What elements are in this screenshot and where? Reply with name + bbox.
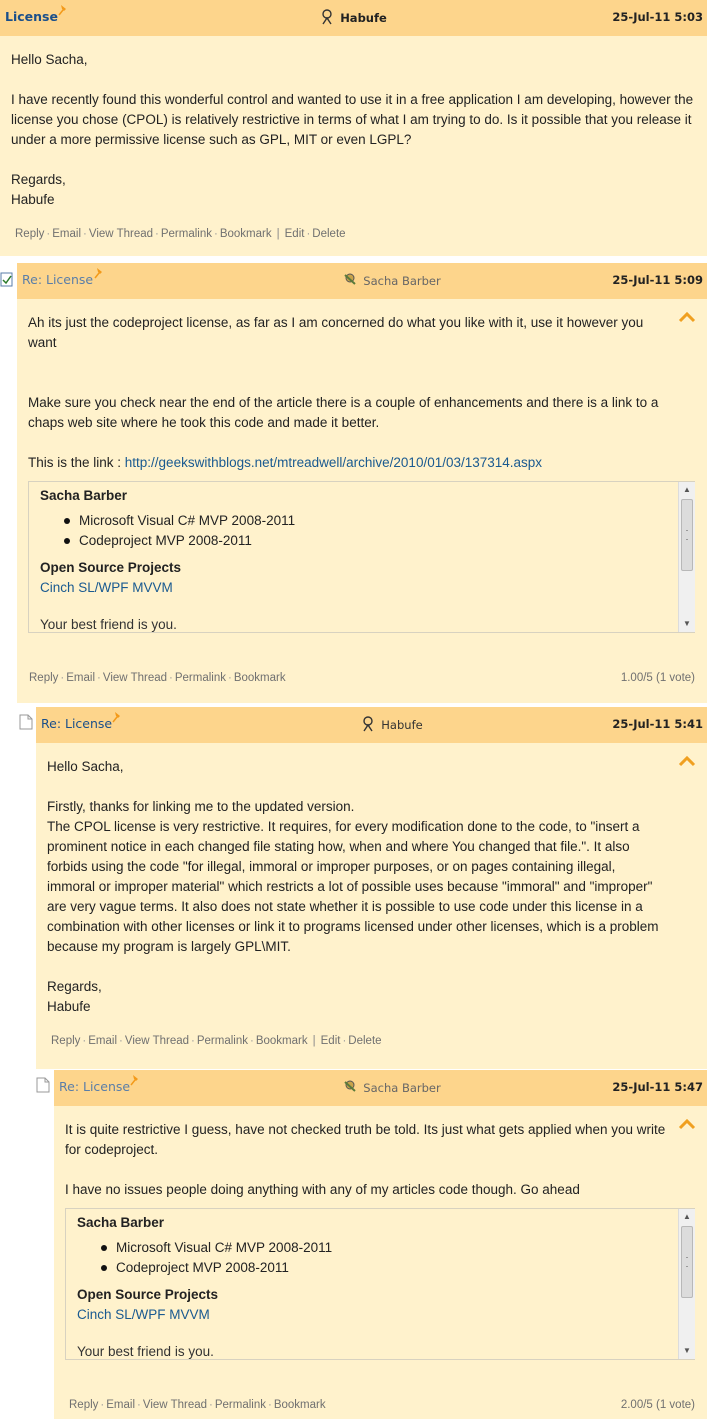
signature-list: Microsoft Visual C# MVP 2008-2011 Codepr… (64, 511, 671, 551)
message-header: Re: License Habufe 25-Jul-11 5:41 (36, 707, 707, 743)
collapse-icon[interactable] (677, 1118, 697, 1130)
project-link[interactable]: Cinch SL/WPF MVVM (40, 578, 671, 598)
scroll-up-icon[interactable]: ▲ (679, 482, 695, 498)
message-date: 25-Jul-11 5:47 (612, 1080, 703, 1094)
message-text: Hello Sacha, Firstly, thanks for linking… (47, 759, 659, 1014)
signature-name: Sacha Barber (77, 1215, 165, 1230)
message-date: 25-Jul-11 5:09 (612, 273, 703, 287)
email-link[interactable]: Email (88, 1035, 117, 1047)
collapse-icon[interactable] (677, 311, 697, 323)
permalink-link[interactable]: Permalink (215, 1399, 266, 1411)
signature-more: Your best friend is you. (77, 1344, 214, 1359)
view-thread-link[interactable]: View Thread (89, 228, 153, 240)
bookmark-link[interactable]: Bookmark (234, 672, 286, 684)
message-actions: Reply · Email · View Thread · Permalink · Bookma… (29, 672, 286, 684)
view-thread-link[interactable]: View Thread (103, 672, 167, 684)
list-item: Codeproject MVP 2008-2011 (101, 1258, 671, 1278)
member-icon (344, 1080, 356, 1092)
message-text: Ah its just the codeproject license, as … (28, 315, 659, 470)
message-header: License Habufe 25-Jul-11 5:03 (0, 0, 707, 36)
author: Habufe (0, 9, 707, 25)
message-date: 25-Jul-11 5:03 (612, 10, 703, 24)
author-name[interactable]: Sacha Barber (363, 1081, 440, 1095)
message-actions: Reply · Email · View Thread · Permalink · Bookma… (15, 228, 346, 240)
email-link[interactable]: Email (106, 1399, 135, 1411)
signature-more: Your best friend is you. (40, 617, 177, 632)
answer-icon (0, 272, 13, 287)
email-link[interactable]: Email (52, 228, 81, 240)
view-thread-link[interactable]: View Thread (125, 1035, 189, 1047)
bookmark-link[interactable]: Bookmark (256, 1035, 308, 1047)
reply-link[interactable]: Reply (29, 672, 58, 684)
email-link[interactable]: Email (66, 672, 95, 684)
reply-link[interactable]: Reply (51, 1035, 80, 1047)
collapse-icon[interactable] (677, 755, 697, 767)
message-body: Hello Sacha, Firstly, thanks for linking… (36, 743, 707, 1069)
member-icon (363, 716, 373, 732)
view-thread-link[interactable]: View Thread (143, 1399, 207, 1411)
message-actions: Reply · Email · View Thread · Permalink · Bookma… (51, 1035, 382, 1047)
edit-link[interactable]: Edit (285, 228, 305, 240)
message-body: It is quite restrictive I guess, have no… (54, 1106, 707, 1419)
message-text: Hello Sacha, I have recently found this … (11, 52, 694, 207)
message-4: Re: License Sacha Barber 25-Jul-11 5:47 … (54, 1070, 707, 1419)
document-icon (36, 1077, 50, 1093)
bookmark-link[interactable]: Bookmark (274, 1399, 326, 1411)
project-link[interactable]: Cinch SL/WPF MVVM (77, 1305, 671, 1325)
signature-box: Sacha Barber Microsoft Visual C# MVP 200… (65, 1208, 695, 1360)
bookmark-link[interactable]: Bookmark (220, 228, 272, 240)
delete-link[interactable]: Delete (312, 228, 345, 240)
message-3: Re: License Habufe 25-Jul-11 5:41 Hello … (36, 707, 707, 1069)
permalink-link[interactable]: Permalink (197, 1035, 248, 1047)
author-name[interactable]: Habufe (381, 718, 422, 732)
message-body: Hello Sacha, I have recently found this … (0, 36, 707, 256)
signature-scrollbar[interactable]: ▲ ▼ (678, 482, 695, 632)
message-body: Ah its just the codeproject license, as … (17, 299, 707, 703)
scroll-thumb[interactable] (681, 499, 693, 571)
message-header: Re: License Sacha Barber 25-Jul-11 5:47 (54, 1070, 707, 1106)
list-item: Microsoft Visual C# MVP 2008-2011 (101, 1238, 671, 1258)
signature-scrollbar[interactable]: ▲ ▼ (678, 1209, 695, 1359)
scroll-up-icon[interactable]: ▲ (679, 1209, 695, 1225)
message-2: Re: License Sacha Barber 25-Jul-11 5:09 … (17, 263, 707, 703)
scroll-down-icon[interactable]: ▼ (679, 1343, 695, 1359)
list-item: Codeproject MVP 2008-2011 (64, 531, 671, 551)
list-item: Microsoft Visual C# MVP 2008-2011 (64, 511, 671, 531)
signature-heading: Open Source Projects (40, 560, 182, 575)
author-name[interactable]: Habufe (340, 11, 387, 25)
author-name[interactable]: Sacha Barber (363, 274, 440, 288)
member-icon (344, 273, 356, 285)
message-text: It is quite restrictive I guess, have no… (65, 1122, 666, 1197)
message-actions: Reply · Email · View Thread · Permalink · Bookma… (69, 1399, 326, 1411)
delete-link[interactable]: Delete (348, 1035, 381, 1047)
signature-list: Microsoft Visual C# MVP 2008-2011 Codepr… (101, 1238, 671, 1278)
signature-name: Sacha Barber (40, 488, 128, 503)
scroll-down-icon[interactable]: ▼ (679, 616, 695, 632)
message-header: Re: License Sacha Barber 25-Jul-11 5:09 (17, 263, 707, 299)
message-1: License Habufe 25-Jul-11 5:03 Hello Sach… (0, 0, 707, 256)
scroll-thumb[interactable] (681, 1226, 693, 1298)
member-icon (322, 9, 332, 25)
reply-link[interactable]: Reply (69, 1399, 98, 1411)
edit-link[interactable]: Edit (321, 1035, 341, 1047)
message-date: 25-Jul-11 5:41 (612, 717, 703, 731)
permalink-link[interactable]: Permalink (175, 672, 226, 684)
rating: 2.00/5 (1 vote) (620, 1399, 695, 1411)
document-icon (19, 714, 33, 730)
rating: 1.00/5 (1 vote) (620, 672, 695, 684)
signature-box: Sacha Barber Microsoft Visual C# MVP 200… (28, 481, 695, 633)
reply-link[interactable]: Reply (15, 228, 44, 240)
permalink-link[interactable]: Permalink (161, 228, 212, 240)
signature-heading: Open Source Projects (77, 1287, 219, 1302)
article-link[interactable]: http://geekswithblogs.net/mtreadwell/arc… (125, 455, 542, 470)
